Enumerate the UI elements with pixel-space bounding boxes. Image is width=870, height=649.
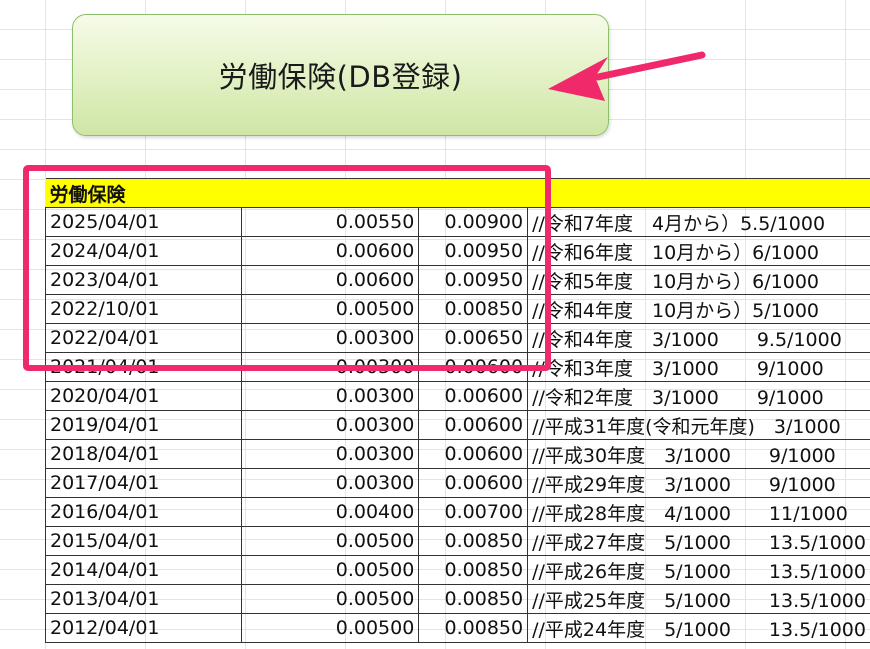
rate1-cell[interactable]: 0.00600	[240, 265, 420, 295]
rate2-cell[interactable]: 0.00600	[418, 439, 529, 469]
rate1-cell[interactable]: 0.00300	[240, 468, 420, 498]
memo-cell[interactable]: //令和2年度 3/1000 9/1000	[527, 381, 870, 411]
rate2-cell[interactable]: 0.00850	[418, 526, 529, 556]
header-cell-empty[interactable]	[527, 178, 870, 208]
memo-cell[interactable]: //平成26年度 5/1000 13.5/1000	[527, 555, 870, 585]
memo-cell[interactable]: //令和3年度 3/1000 9/1000	[527, 352, 870, 382]
rate2-cell[interactable]: 0.00850	[418, 294, 529, 324]
date-cell[interactable]: 2023/04/01	[45, 265, 242, 295]
header-cell[interactable]: 労働保険	[45, 178, 242, 208]
rate2-cell[interactable]: 0.00850	[418, 613, 529, 643]
memo-cell[interactable]: //平成27年度 5/1000 13.5/1000	[527, 526, 870, 556]
table-row: 2012/04/01 0.00500 0.00850//平成24年度 5/1000 …	[45, 613, 870, 643]
rate1-cell[interactable]: 0.00300	[240, 439, 420, 469]
memo-cell[interactable]: //令和4年度 10月から）5/1000	[527, 294, 870, 324]
memo-cell[interactable]: //平成28年度 4/1000 11/1000	[527, 497, 870, 527]
rate2-cell[interactable]: 0.00950	[418, 236, 529, 266]
memo-cell[interactable]: //平成31年度(令和元年度) 3/1000	[527, 410, 870, 440]
rate1-cell[interactable]: 0.00500	[240, 294, 420, 324]
rate2-cell[interactable]: 0.00650	[418, 323, 529, 353]
memo-cell[interactable]: //令和4年度 3/1000 9.5/1000	[527, 323, 870, 353]
table-row: 2022/04/01 0.00300 0.00650//令和4年度 3/1000 9…	[45, 323, 870, 353]
date-cell[interactable]: 2025/04/01	[45, 207, 242, 237]
header-row: 労働保険	[45, 178, 870, 208]
memo-cell[interactable]: //令和6年度 10月から）6/1000	[527, 236, 870, 266]
table-row: 2024/04/01 0.00600 0.00950//令和6年度 10月から）6/…	[45, 236, 870, 266]
date-cell[interactable]: 2014/04/01	[45, 555, 242, 585]
rate1-cell[interactable]: 0.00550	[240, 207, 420, 237]
memo-cell[interactable]: //平成25年度 5/1000 13.5/1000	[527, 584, 870, 614]
date-cell[interactable]: 2018/04/01	[45, 439, 242, 469]
rate1-cell[interactable]: 0.00500	[240, 584, 420, 614]
table-row: 2014/04/01 0.00500 0.00850//平成26年度 5/1000 …	[45, 555, 870, 585]
rate2-cell[interactable]: 0.00850	[418, 584, 529, 614]
rate2-cell[interactable]: 0.00700	[418, 497, 529, 527]
rate1-cell[interactable]: 0.00300	[240, 323, 420, 353]
date-cell[interactable]: 2021/04/01	[45, 352, 242, 382]
memo-cell[interactable]: //平成30年度 3/1000 9/1000	[527, 439, 870, 469]
rate1-cell[interactable]: 0.00600	[240, 236, 420, 266]
rate1-cell[interactable]: 0.00300	[240, 410, 420, 440]
date-cell[interactable]: 2024/04/01	[45, 236, 242, 266]
rate1-cell[interactable]: 0.00400	[240, 497, 420, 527]
memo-cell[interactable]: //令和7年度 4月から）5.5/1000	[527, 207, 870, 237]
rate2-cell[interactable]: 0.00600	[418, 468, 529, 498]
table-row: 2019/04/01 0.00300 0.00600//平成31年度(令和元年度) …	[45, 410, 870, 440]
header-cell-empty[interactable]	[241, 178, 419, 208]
rate2-cell[interactable]: 0.00600	[418, 381, 529, 411]
date-cell[interactable]: 2022/10/01	[45, 294, 242, 324]
table-row: 2017/04/01 0.00300 0.00600//平成29年度 3/1000 …	[45, 468, 870, 498]
rate2-cell[interactable]: 0.00900	[418, 207, 529, 237]
memo-cell[interactable]: //平成29年度 3/1000 9/1000	[527, 468, 870, 498]
table-row: 2020/04/01 0.00300 0.00600//令和2年度 3/1000 9…	[45, 381, 870, 411]
date-cell[interactable]: 2017/04/01	[45, 468, 242, 498]
table-row: 2015/04/01 0.00500 0.00850//平成27年度 5/1000 …	[45, 526, 870, 556]
header-cell-empty[interactable]	[418, 178, 528, 208]
rate1-cell[interactable]: 0.00500	[240, 613, 420, 643]
rate1-cell[interactable]: 0.00500	[240, 555, 420, 585]
table-row: 2022/10/01 0.00500 0.00850//令和4年度 10月から）5/…	[45, 294, 870, 324]
rate1-cell[interactable]: 0.00300	[240, 381, 420, 411]
date-cell[interactable]: 2013/04/01	[45, 584, 242, 614]
arrow-left-icon	[548, 51, 706, 101]
table-row: 2025/04/01 0.00550 0.00900//令和7年度 4月から）5.5…	[45, 207, 870, 237]
memo-cell[interactable]: //令和5年度 10月から）6/1000	[527, 265, 870, 295]
rate2-cell[interactable]: 0.00850	[418, 555, 529, 585]
table-row: 2023/04/01 0.00600 0.00950//令和5年度 10月から）6/…	[45, 265, 870, 295]
labor-insurance-table: 労働保険 2025/04/01 0.00550 0.00900//令和7年度 4月か…	[45, 178, 870, 643]
date-cell[interactable]: 2020/04/01	[45, 381, 242, 411]
date-cell[interactable]: 2019/04/01	[45, 410, 242, 440]
rate1-cell[interactable]: 0.00300	[240, 352, 420, 382]
date-cell[interactable]: 2012/04/01	[45, 613, 242, 643]
rate1-cell[interactable]: 0.00500	[240, 526, 420, 556]
rate2-cell[interactable]: 0.00600	[418, 352, 529, 382]
rate2-cell[interactable]: 0.00950	[418, 265, 529, 295]
table-row: 2016/04/01 0.00400 0.00700//平成28年度 4/1000 …	[45, 497, 870, 527]
table-row: 2021/04/01 0.00300 0.00600//令和3年度 3/1000 9…	[45, 352, 870, 382]
table-row: 2013/04/01 0.00500 0.00850//平成25年度 5/1000 …	[45, 584, 870, 614]
date-cell[interactable]: 2015/04/01	[45, 526, 242, 556]
callout-title: 労働保険(DB登録)	[218, 60, 463, 94]
date-cell[interactable]: 2022/04/01	[45, 323, 242, 353]
date-cell[interactable]: 2016/04/01	[45, 497, 242, 527]
title-callout: 労働保険(DB登録)	[72, 14, 609, 136]
rate2-cell[interactable]: 0.00600	[418, 410, 529, 440]
table-row: 2018/04/01 0.00300 0.00600//平成30年度 3/1000 …	[45, 439, 870, 469]
memo-cell[interactable]: //平成24年度 5/1000 13.5/1000	[527, 613, 870, 643]
